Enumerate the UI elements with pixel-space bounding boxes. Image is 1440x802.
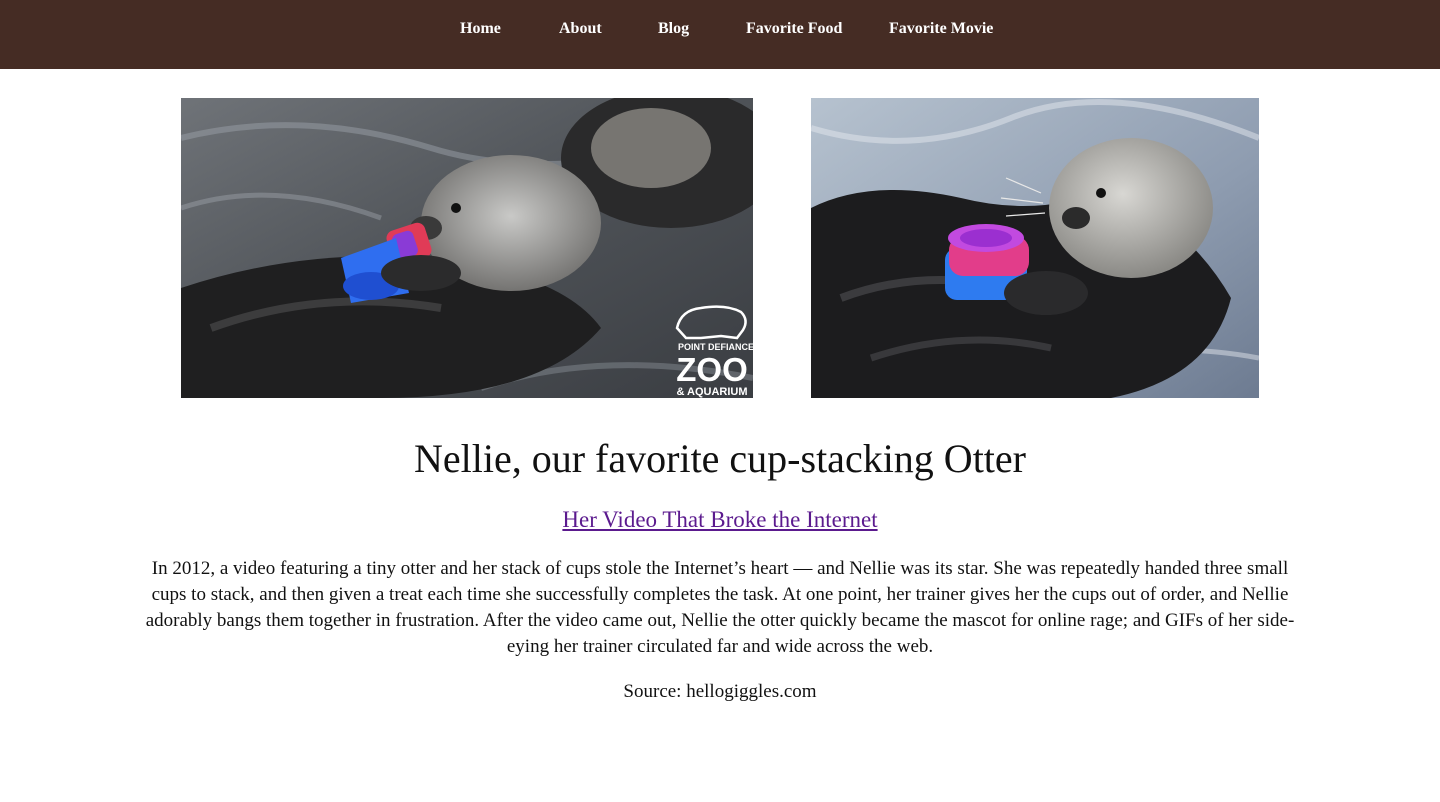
- nav-link-blog[interactable]: Blog: [658, 19, 689, 39]
- photo-gallery: POINT DEFIANCE ZOO & AQUARIUM: [0, 98, 1440, 398]
- page-title: Nellie, our favorite cup-stacking Otter: [414, 436, 1026, 481]
- top-navigation-bar: Home About Blog Favorite Food Favorite M…: [0, 0, 1440, 69]
- otter-photo-left: POINT DEFIANCE ZOO & AQUARIUM: [181, 98, 753, 398]
- nav-link-favorite-food[interactable]: Favorite Food: [746, 19, 842, 39]
- nav-link-about[interactable]: About: [559, 19, 602, 39]
- story-paragraph: In 2012, a video featuring a tiny otter …: [145, 558, 1295, 657]
- video-link[interactable]: Her Video That Broke the Internet: [562, 507, 877, 532]
- zoo-watermark-line3: & AQUARIUM: [676, 386, 747, 398]
- nav-link-favorite-movie[interactable]: Favorite Movie: [889, 19, 993, 39]
- video-link-container: Her Video That Broke the Internet: [0, 505, 1440, 535]
- nav-link-home[interactable]: Home: [460, 19, 501, 39]
- zoo-watermark-line2: ZOO: [676, 351, 748, 388]
- otter-image-left: POINT DEFIANCE ZOO & AQUARIUM: [181, 98, 753, 398]
- otter-image-right: [811, 98, 1259, 398]
- source-credit: Source: hellogiggles.com: [623, 681, 817, 702]
- otter-photo-right: [811, 98, 1259, 398]
